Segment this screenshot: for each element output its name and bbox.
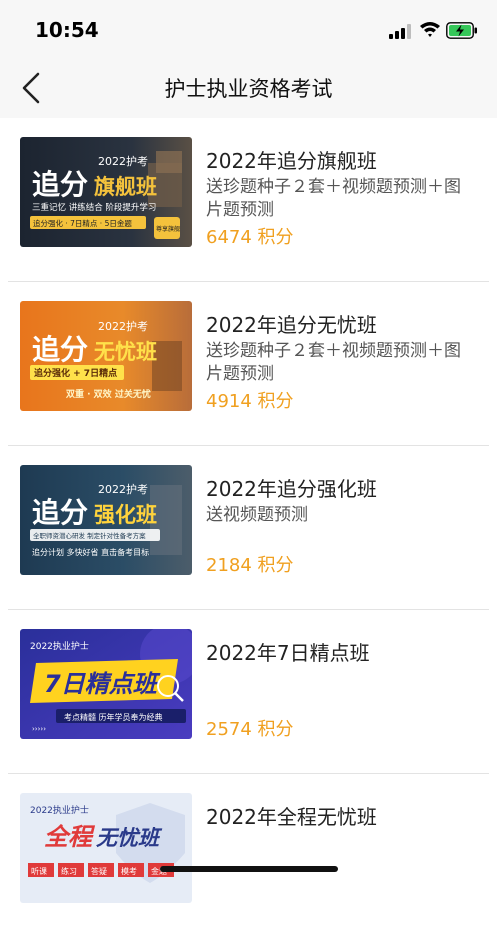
course-title: 2022年追分无忧班: [206, 313, 377, 337]
course-item[interactable]: 2022执业护士 7日精点班 考点精髓 历年学员奉为经典 ››››› 2022年…: [0, 610, 497, 774]
thumb-line1: 考点精髓 历年学员奉为经典: [64, 712, 163, 722]
course-title: 2022年追分旗舰班: [206, 149, 377, 173]
course-item[interactable]: 2022护考 追分 无忧班 追分强化 + 7日精点 双重 · 双效 过关无忧 2…: [0, 282, 497, 446]
thumb-sub-text: 无忧班: [95, 826, 163, 850]
status-time: 10:54: [35, 18, 99, 42]
thumb-line1: 追分强化 + 7日精点: [34, 367, 117, 379]
thumb-line1: 全职师资潜心研发 制定针对性备考方案: [33, 531, 146, 540]
course-points: 6474 积分: [206, 227, 294, 248]
course-title: 2022年全程无忧班: [206, 805, 377, 829]
thumb-line2: 追分强化 · 7日精点 · 5日金题: [33, 218, 132, 228]
course-thumbnail: 2022护考 追分 无忧班 追分强化 + 7日精点 双重 · 双效 过关无忧: [20, 301, 192, 411]
thumb-tags: 听课 练习 答疑 模考 金题: [28, 863, 174, 877]
course-item[interactable]: 2022护考 追分 旗舰班 三重记忆 讲练结合 阶段提升学习 追分强化 · 7日…: [0, 118, 497, 282]
thumb-year: 2022护考: [98, 319, 148, 333]
thumb-year: 2022执业护士: [30, 640, 89, 652]
thumb-year: 2022执业护士: [30, 804, 89, 816]
thumb-tag: 听课: [31, 867, 47, 876]
course-points: 2574 积分: [206, 719, 294, 740]
course-thumbnail: 2022执业护士 7日精点班 考点精髓 历年学员奉为经典 ›››››: [20, 629, 192, 739]
course-points: 2184 积分: [206, 555, 294, 576]
thumb-line1: 三重记忆 讲练结合 阶段提升学习: [32, 202, 156, 213]
course-thumbnail: 2022执业护士 全程 无忧班 听课 练习 答疑 模考 金题: [20, 793, 192, 903]
thumb-year: 2022护考: [98, 154, 148, 168]
course-description: 送珍题种子２套＋视频题预测＋图片题预测: [206, 341, 461, 384]
wifi-icon: [420, 22, 440, 37]
course-thumbnail: 2022护考 追分 强化班 全职师资潜心研发 制定针对性备考方案 追分计划 多快…: [20, 465, 192, 575]
battery-charging-icon: [446, 22, 477, 39]
status-bar: 10:54: [0, 0, 497, 60]
thumb-tag: 答疑: [91, 866, 107, 876]
thumb-sub-text: 旗舰班: [94, 175, 157, 199]
course-description: 送视频题预测: [206, 505, 308, 525]
thumb-big-text: 7日精点班: [44, 670, 161, 698]
thumb-big-text: 追分: [32, 496, 88, 529]
thumb-badge: 尊享旗舰: [156, 225, 180, 233]
home-indicator[interactable]: [160, 866, 338, 872]
course-description: 送珍题种子２套＋视频题预测＋图片题预测: [206, 177, 461, 220]
thumb-sub-text: 无忧班: [94, 340, 157, 364]
course-points: 4914 积分: [206, 391, 294, 412]
course-title: 2022年追分强化班: [206, 477, 377, 501]
thumb-big-text: 全程: [44, 823, 96, 851]
thumb-big-text: 追分: [32, 333, 88, 366]
thumb-line2: 双重 · 双效 过关无忧: [66, 388, 151, 400]
svg-text:›››››: ›››››: [32, 725, 46, 733]
thumb-year: 2022护考: [98, 482, 148, 496]
thumb-tag: 练习: [61, 866, 77, 876]
course-item[interactable]: 2022执业护士 全程 无忧班 听课 练习 答疑 模考 金题 2022年全程无忧…: [0, 774, 497, 938]
course-title: 2022年7日精点班: [206, 641, 370, 665]
page-title: 护士执业资格考试: [164, 77, 333, 101]
thumb-big-text: 追分: [32, 168, 88, 201]
course-item[interactable]: 2022护考 追分 强化班 全职师资潜心研发 制定针对性备考方案 追分计划 多快…: [0, 446, 497, 610]
thumb-tag: 模考: [121, 866, 137, 876]
cellular-signal-icon: [389, 24, 411, 39]
course-thumbnail: 2022护考 追分 旗舰班 三重记忆 讲练结合 阶段提升学习 追分强化 · 7日…: [20, 137, 192, 247]
thumb-line2: 追分计划 多快好省 直击备考目标: [32, 547, 149, 557]
thumb-sub-text: 强化班: [94, 503, 157, 527]
